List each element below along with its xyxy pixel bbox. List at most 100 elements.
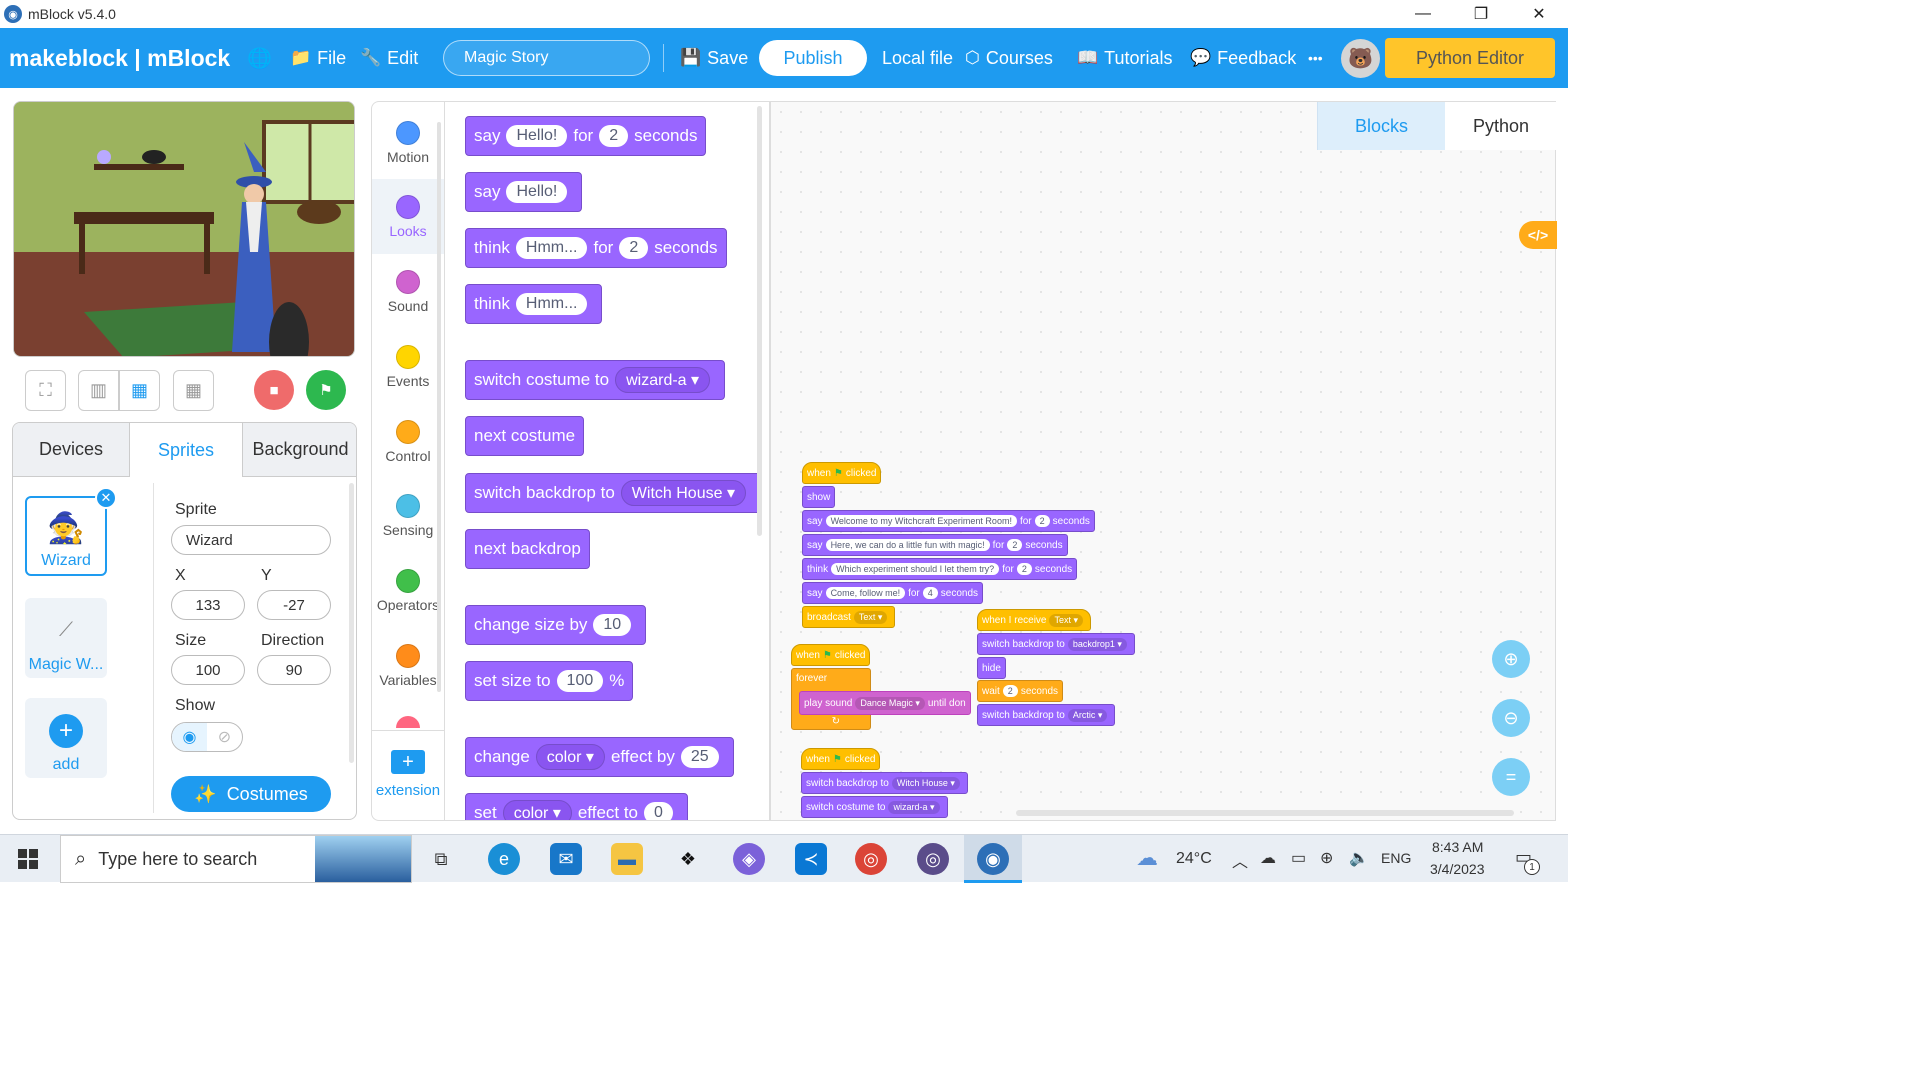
sprite-name-input[interactable]: Wizard bbox=[171, 525, 331, 555]
hide-block[interactable]: hide bbox=[977, 657, 1006, 679]
courses-button[interactable]: ⬡ Courses bbox=[965, 28, 1053, 88]
when-flag-clicked-block[interactable]: when ⚑ clicked bbox=[801, 748, 881, 770]
think-for-seconds-block[interactable]: think Hmm... for 2 seconds bbox=[465, 228, 727, 268]
block-arg[interactable]: 4 bbox=[922, 587, 938, 599]
show-block[interactable]: show bbox=[802, 486, 836, 508]
python-editor-button[interactable]: Python Editor bbox=[1385, 38, 1555, 78]
sprite-card-magic-wand[interactable]: ⟋ Magic W... bbox=[25, 598, 107, 678]
block-arg[interactable]: 2 bbox=[599, 125, 629, 147]
say-for-seconds-block[interactable]: say Hello! for 2 seconds bbox=[465, 116, 707, 156]
direction-input[interactable]: 90 bbox=[257, 655, 331, 685]
panel-scrollbar[interactable] bbox=[349, 483, 354, 763]
category-variables[interactable]: Variables bbox=[372, 644, 444, 688]
green-flag-button[interactable]: ⚑ bbox=[306, 370, 346, 410]
tab-background[interactable]: Background bbox=[243, 423, 356, 477]
zoom-out-icon[interactable]: ⊖ bbox=[1492, 699, 1530, 737]
tray-chevron-icon[interactable]: ︿ bbox=[1232, 848, 1248, 872]
block-arg[interactable]: 2 bbox=[1007, 539, 1023, 551]
copilot-icon[interactable]: ◈ bbox=[733, 843, 765, 875]
stop-button[interactable]: ■ bbox=[254, 370, 294, 410]
think-block[interactable]: think Hmm... bbox=[465, 284, 603, 324]
task-view-icon[interactable]: ⧉ bbox=[425, 843, 457, 875]
block-arg[interactable]: 2 bbox=[1002, 685, 1018, 697]
block-dropdown[interactable]: Dance Magic ▾ bbox=[855, 696, 925, 710]
block-arg[interactable]: Here, we can do a little fun with magic! bbox=[825, 539, 990, 551]
block-arg[interactable]: 10 bbox=[593, 614, 632, 636]
block-arg[interactable]: Hmm... bbox=[515, 293, 588, 315]
minimize-icon[interactable]: — bbox=[1394, 0, 1452, 28]
y-input[interactable]: -27 bbox=[257, 590, 331, 620]
small-stage-icon[interactable]: ▥ bbox=[78, 370, 119, 411]
when-flag-clicked-block[interactable]: when ⚑ clicked bbox=[791, 644, 871, 666]
extension-button[interactable]: + extension bbox=[372, 750, 444, 799]
set-size-block[interactable]: set size to 100% bbox=[465, 661, 634, 701]
chrome-profile-icon[interactable]: ◎ bbox=[917, 843, 949, 875]
language-indicator[interactable]: ENG bbox=[1381, 850, 1411, 866]
switch-backdrop-block[interactable]: switch backdrop to Arctic ▾ bbox=[977, 704, 1116, 726]
category-looks[interactable]: Looks bbox=[372, 179, 444, 254]
grid-view-icon[interactable]: ▦ bbox=[173, 370, 214, 411]
next-backdrop-block[interactable]: next backdrop bbox=[465, 529, 590, 569]
file-explorer-icon[interactable]: ▬ bbox=[611, 843, 643, 875]
stage-canvas[interactable] bbox=[13, 101, 355, 357]
zoom-in-icon[interactable]: ⊕ bbox=[1492, 640, 1530, 678]
block-dropdown[interactable]: wizard-a ▾ bbox=[615, 367, 711, 393]
code-workspace[interactable]: Blocks Python </> when ⚑ clicked show say W… bbox=[770, 101, 1557, 821]
category-motion[interactable]: Motion bbox=[372, 121, 444, 165]
change-size-block[interactable]: change size by 10 bbox=[465, 605, 647, 645]
switch-costume-block[interactable]: switch costume to wizard-a ▾ bbox=[801, 796, 948, 818]
file-menu[interactable]: 📁 File bbox=[290, 28, 346, 88]
block-dropdown[interactable]: backdrop1 ▾ bbox=[1067, 637, 1127, 651]
block-arg[interactable]: 2 bbox=[1016, 563, 1032, 575]
say-for-block[interactable]: say Welcome to my Witchcraft Experiment R… bbox=[802, 510, 1095, 532]
next-costume-block[interactable]: next costume bbox=[465, 416, 585, 456]
clock-date[interactable]: 3/4/2023 bbox=[1430, 861, 1485, 877]
palette-scrollbar[interactable] bbox=[757, 106, 762, 536]
code-preview-icon[interactable]: </> bbox=[1519, 221, 1557, 249]
eye-hidden-icon[interactable]: ⊘ bbox=[207, 723, 242, 751]
mail-icon[interactable]: ✉ bbox=[550, 843, 582, 875]
weather-temp[interactable]: 24°C bbox=[1176, 850, 1212, 868]
switch-backdrop-block[interactable]: switch backdrop to Witch House ▾ bbox=[465, 473, 761, 513]
block-arg[interactable]: 2 bbox=[1034, 515, 1050, 527]
restore-icon[interactable]: ❐ bbox=[1452, 0, 1510, 28]
block-arg[interactable]: 2 bbox=[619, 237, 649, 259]
save-button[interactable]: 💾 Save bbox=[680, 28, 748, 88]
block-arg[interactable]: Hmm... bbox=[515, 237, 588, 259]
chrome-icon[interactable]: ◎ bbox=[855, 843, 887, 875]
block-dropdown[interactable]: Text ▾ bbox=[1049, 613, 1084, 627]
switch-backdrop-block[interactable]: switch backdrop to backdrop1 ▾ bbox=[977, 633, 1135, 655]
globe-icon[interactable]: 🌐 bbox=[247, 28, 272, 88]
tutorials-button[interactable]: 📖 Tutorials bbox=[1077, 28, 1173, 88]
say-block[interactable]: say Hello! bbox=[465, 172, 583, 212]
block-dropdown[interactable]: wizard-a ▾ bbox=[888, 800, 940, 814]
weather-icon[interactable]: ☁ bbox=[1136, 845, 1158, 871]
block-arg[interactable]: 25 bbox=[680, 746, 719, 768]
play-sound-until-done-block[interactable]: play sound Dance Magic ▾ until don bbox=[799, 691, 971, 715]
block-dropdown[interactable]: color ▾ bbox=[502, 800, 572, 820]
edit-menu[interactable]: 🔧 Edit bbox=[360, 28, 418, 88]
set-effect-block[interactable]: set color ▾ effect to 0 bbox=[465, 793, 688, 820]
block-dropdown[interactable]: color ▾ bbox=[535, 744, 605, 770]
add-sprite-button[interactable]: + add bbox=[25, 698, 107, 778]
vscode-icon[interactable]: ≺ bbox=[795, 843, 827, 875]
eye-icon[interactable]: ◉ bbox=[172, 723, 207, 751]
block-dropdown[interactable]: Witch House ▾ bbox=[891, 776, 960, 790]
broadcast-block[interactable]: broadcast Text ▾ bbox=[802, 606, 896, 628]
publish-button[interactable]: Publish bbox=[759, 40, 867, 76]
tab-devices[interactable]: Devices bbox=[13, 423, 129, 477]
tab-sprites[interactable]: Sprites bbox=[129, 423, 243, 477]
tab-blocks[interactable]: Blocks bbox=[1317, 102, 1445, 150]
think-for-block[interactable]: think Which experiment should I let them … bbox=[802, 558, 1078, 580]
category-control[interactable]: Control bbox=[372, 420, 444, 464]
block-arg[interactable]: Hello! bbox=[506, 125, 568, 147]
change-effect-block[interactable]: change color ▾ effect by 25 bbox=[465, 737, 734, 777]
mblock-taskbar-button[interactable]: ◉ bbox=[964, 835, 1022, 883]
block-dropdown[interactable]: Witch House ▾ bbox=[620, 480, 746, 506]
switch-costume-block[interactable]: switch costume to wizard-a ▾ bbox=[465, 360, 726, 400]
block-arg[interactable]: Hello! bbox=[506, 181, 568, 203]
tab-python[interactable]: Python bbox=[1445, 102, 1557, 150]
size-input[interactable]: 100 bbox=[171, 655, 245, 685]
sprite-card-wizard[interactable]: 🧙 Wizard bbox=[25, 496, 107, 576]
when-i-receive-block[interactable]: when I receive Text ▾ bbox=[977, 609, 1092, 631]
